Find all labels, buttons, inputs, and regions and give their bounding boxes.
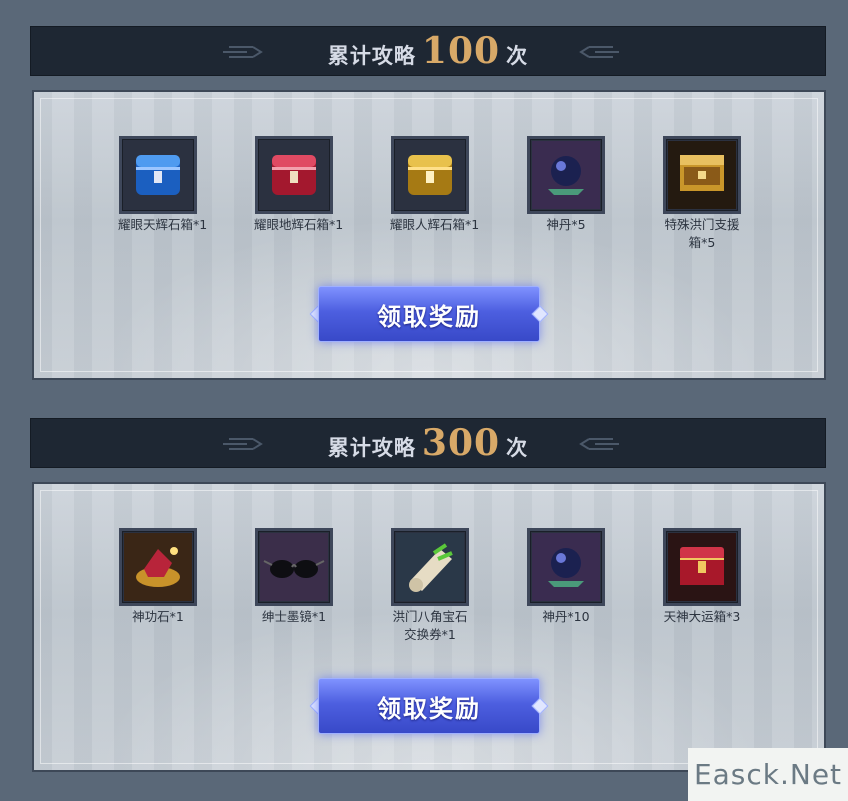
attack-count: 300 [421, 421, 501, 464]
reward-item[interactable]: 天神大运箱*3 [662, 528, 742, 626]
section-banner: 累计攻略 100 次 [30, 26, 826, 76]
scroll-icon [396, 533, 464, 601]
reward-items: 神功石*1 绅士墨镜*1 洪门八角宝石交换券*1 神丹*10 天神大运箱*3 [118, 528, 748, 658]
reward-item[interactable]: 神丹*10 [526, 528, 606, 626]
reward-section-100: 累计攻略 100 次 耀眼天辉石箱*1 耀眼地辉石箱*1 耀眼人辉石箱*1 神丹… [30, 26, 826, 382]
reward-label: 耀眼天辉石箱*1 [118, 217, 208, 232]
reward-item[interactable]: 神丹*5 [526, 136, 606, 234]
reward-label: 神功石*1 [132, 609, 184, 624]
right-ornament-icon [579, 438, 619, 450]
claim-reward-button[interactable]: 领取奖励 [318, 286, 540, 342]
section-banner: 累计攻略 300 次 [30, 418, 826, 468]
reward-label: 天神大运箱*3 [663, 609, 741, 624]
section-title: 累计攻略 100 次 [327, 29, 529, 72]
dark-orb-icon [532, 141, 600, 209]
claim-reward-control: 领取奖励 [309, 282, 549, 348]
attack-count: 100 [421, 29, 501, 72]
red-treasure-box-icon [668, 533, 736, 601]
reward-item[interactable]: 耀眼人辉石箱*1 [390, 136, 480, 234]
claim-reward-button[interactable]: 领取奖励 [318, 678, 540, 734]
reward-items: 耀眼天辉石箱*1 耀眼地辉石箱*1 耀眼人辉石箱*1 神丹*5 特殊洪门支援箱*… [118, 136, 748, 266]
reward-label: 耀眼人辉石箱*1 [390, 217, 480, 232]
reward-label: 神丹*5 [546, 217, 586, 232]
right-ornament-icon [579, 46, 619, 58]
gold-chest-icon [408, 155, 452, 195]
blue-chest-icon [136, 155, 180, 195]
reward-label: 神丹*10 [542, 609, 590, 624]
reward-label: 绅士墨镜*1 [261, 609, 327, 624]
reward-label: 特殊洪门支援箱*5 [664, 217, 740, 250]
reward-item[interactable]: 耀眼地辉石箱*1 [254, 136, 344, 234]
dark-orb-icon [532, 533, 600, 601]
gold-gem-icon [124, 533, 192, 601]
reward-label: 耀眼地辉石箱*1 [254, 217, 344, 232]
reward-item[interactable]: 洪门八角宝石交换券*1 [390, 528, 470, 644]
reward-section-300: 累计攻略 300 次 神功石*1 绅士墨镜*1 洪门八角宝石交换券*1 神丹*1… [30, 418, 826, 774]
red-chest-icon [272, 155, 316, 195]
reward-panel: 神功石*1 绅士墨镜*1 洪门八角宝石交换券*1 神丹*10 天神大运箱*3 领… [32, 482, 826, 772]
reward-item[interactable]: 神功石*1 [118, 528, 198, 626]
gold-treasure-box-icon [668, 141, 736, 209]
section-title: 累计攻略 300 次 [327, 421, 529, 464]
reward-panel: 耀眼天辉石箱*1 耀眼地辉石箱*1 耀眼人辉石箱*1 神丹*5 特殊洪门支援箱*… [32, 90, 826, 380]
claim-reward-control: 领取奖励 [309, 674, 549, 740]
reward-label: 洪门八角宝石交换券*1 [392, 609, 468, 642]
left-ornament-icon [223, 46, 263, 58]
site-watermark: Easck.Net [688, 748, 848, 801]
left-ornament-icon [223, 438, 263, 450]
sunglasses-icon [260, 533, 328, 601]
reward-item[interactable]: 耀眼天辉石箱*1 [118, 136, 208, 234]
reward-item[interactable]: 特殊洪门支援箱*5 [662, 136, 742, 252]
reward-item[interactable]: 绅士墨镜*1 [254, 528, 334, 626]
